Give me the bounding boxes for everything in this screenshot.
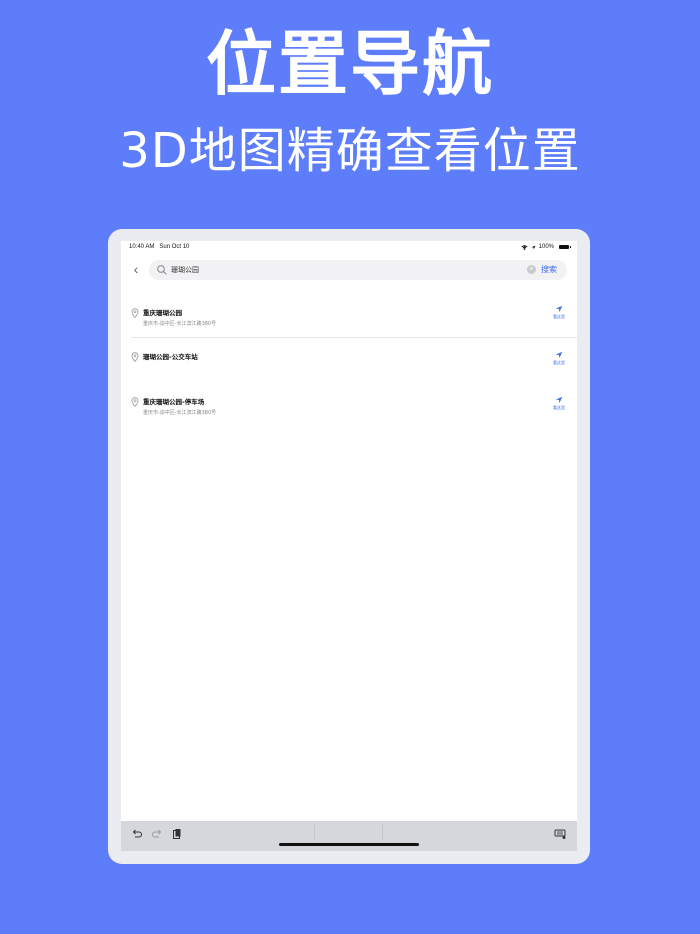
result-name: 重庆珊瑚公园	[143, 309, 182, 317]
battery-icon	[559, 245, 571, 249]
keyboard-dismiss-icon[interactable]	[554, 828, 566, 840]
result-name: 重庆珊瑚公园-停车场	[143, 398, 205, 406]
hero-subtitle: 3D地图精确查看位置	[119, 123, 581, 179]
search-button[interactable]: 搜索	[541, 264, 557, 275]
paste-icon[interactable]	[171, 828, 183, 840]
wifi-icon	[521, 244, 528, 250]
look-here-button[interactable]: 看这里	[547, 396, 571, 411]
location-pin-icon	[131, 308, 139, 318]
divider	[382, 825, 383, 839]
result-item[interactable]: 重庆珊瑚公园-停车场 重庆市-渝中区-长江滨江路380号 看这里	[121, 394, 577, 434]
result-address: 重庆市-渝中区-长江滨江路380号	[143, 321, 217, 327]
keyboard-shortcut-bar	[121, 821, 577, 851]
look-here-label: 看这里	[553, 405, 565, 410]
look-here-button[interactable]: 看这里	[547, 351, 571, 366]
result-item[interactable]: 重庆珊瑚公园 重庆市-渝中区-长江滨江路380号 看这里	[121, 305, 577, 345]
search-icon	[157, 265, 167, 275]
location-pin-icon	[131, 352, 139, 362]
navigation-arrow-icon	[555, 351, 563, 359]
result-address: 重庆市-渝中区-长江滨江路380号	[143, 410, 217, 416]
search-input[interactable]	[171, 262, 491, 278]
look-here-label: 看这里	[553, 314, 565, 319]
battery-percent: 100%	[538, 244, 554, 250]
redo-icon[interactable]	[151, 828, 163, 840]
status-bar: 10:40 AM Sun Oct 10 100%	[121, 241, 577, 255]
look-here-button[interactable]: 看这里	[547, 305, 571, 320]
hero-title: 位置导航	[206, 23, 494, 105]
home-indicator	[279, 843, 419, 846]
result-item[interactable]: 珊瑚公园-公交车站 看这里	[121, 349, 577, 389]
result-name: 珊瑚公园-公交车站	[143, 353, 198, 361]
app-screen: 10:40 AM Sun Oct 10 100% ‹ × 搜索 重庆	[121, 241, 577, 851]
search-bar: ‹ × 搜索	[121, 259, 577, 281]
location-arrow-icon	[531, 245, 536, 249]
look-here-label: 看这里	[553, 360, 565, 365]
clear-search-icon[interactable]: ×	[527, 265, 536, 274]
search-field[interactable]: × 搜索	[149, 260, 567, 280]
undo-icon[interactable]	[131, 828, 143, 840]
chevron-left-icon[interactable]: ‹	[129, 262, 143, 276]
status-time: 10:40 AM	[129, 244, 155, 250]
navigation-arrow-icon	[555, 305, 563, 313]
navigation-arrow-icon	[555, 396, 563, 404]
status-date: Sun Oct 10	[159, 244, 190, 250]
divider	[314, 825, 315, 839]
divider	[131, 337, 577, 338]
location-pin-icon	[131, 397, 139, 407]
